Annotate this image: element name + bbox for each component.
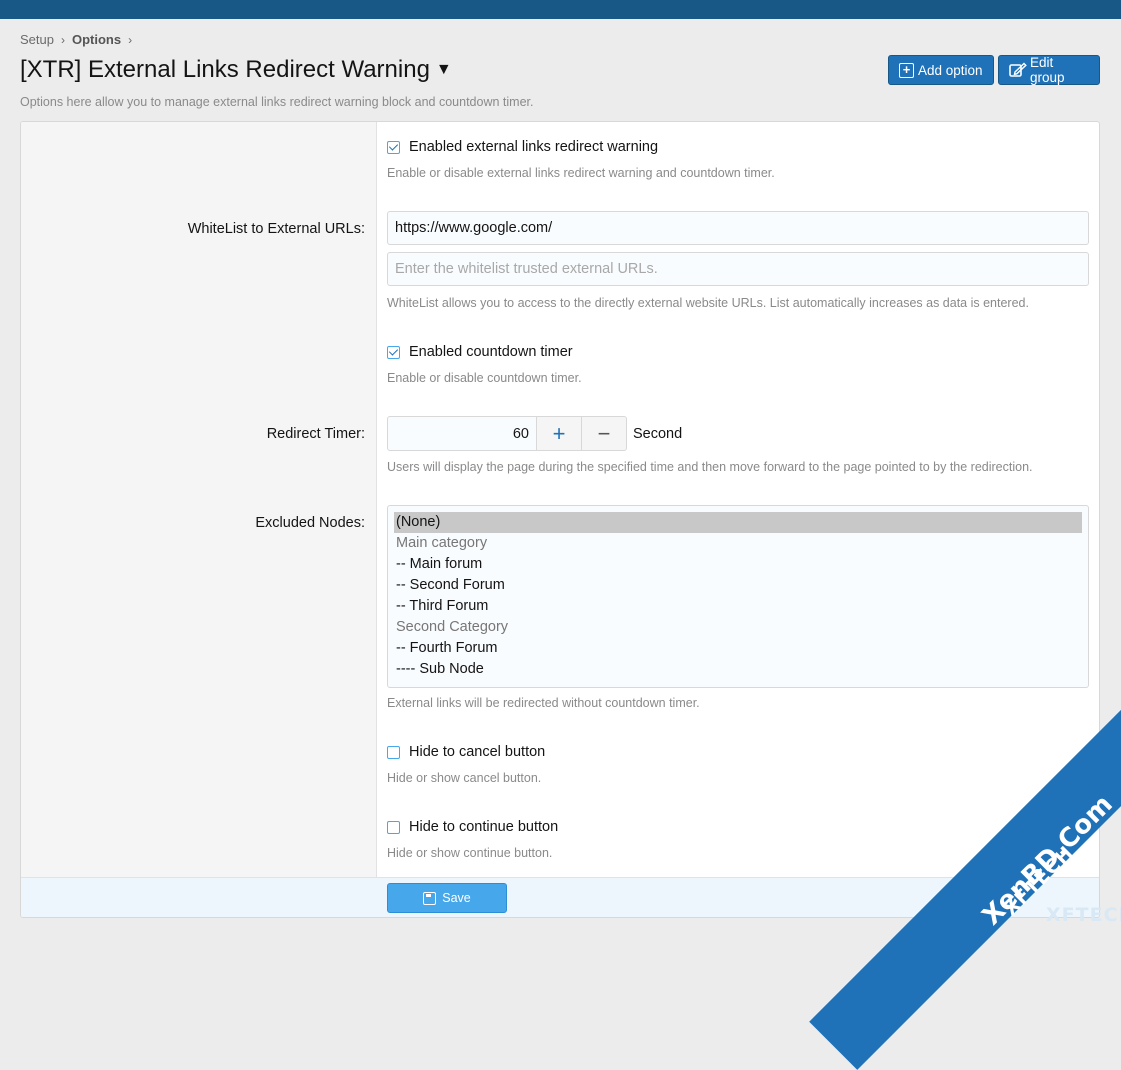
- list-option-group[interactable]: Main category: [394, 533, 1082, 554]
- hide-continue-label: Hide to continue button: [409, 819, 559, 835]
- hide-cancel-label: Hide to cancel button: [409, 744, 546, 760]
- enable-countdown-hint: Enable or disable countdown timer.: [387, 371, 582, 385]
- breadcrumb-options[interactable]: Options: [72, 32, 121, 47]
- increment-button[interactable]: +: [537, 416, 582, 451]
- hide-cancel-hint: Hide or show cancel button.: [387, 771, 542, 785]
- page-description: Options here allow you to manage externa…: [20, 95, 534, 109]
- watermark-logo-text-3: XFTECH: [1046, 904, 1121, 926]
- list-option-group[interactable]: Second Category: [394, 617, 1082, 638]
- list-option[interactable]: -- Main forum: [394, 554, 1082, 575]
- edit-group-button[interactable]: Edit group: [998, 55, 1100, 85]
- list-option[interactable]: ---- Sub Node: [394, 659, 1082, 680]
- minus-icon: −: [597, 420, 611, 446]
- breadcrumb: Setup › Options ›: [20, 32, 139, 47]
- redirect-timer-stepper: 60 + − Second: [387, 416, 682, 451]
- list-option[interactable]: -- Fourth Forum: [394, 638, 1082, 659]
- options-form: Enabled external links redirect warning …: [20, 121, 1100, 918]
- enable-warning-label: Enabled external links redirect warning: [409, 139, 659, 155]
- excluded-nodes-select[interactable]: (None) Main category -- Main forum -- Se…: [387, 505, 1089, 688]
- top-navigation-bar: [0, 0, 1121, 19]
- list-option[interactable]: (None): [394, 512, 1082, 533]
- enable-countdown-checkbox[interactable]: [387, 345, 400, 359]
- enable-warning-hint: Enable or disable external links redirec…: [387, 166, 775, 180]
- hide-cancel-checkbox[interactable]: [387, 745, 400, 759]
- whitelist-label: WhiteList to External URLs:: [187, 221, 365, 237]
- enable-warning-checkbox-row[interactable]: Enabled external links redirect warning: [387, 139, 658, 155]
- breadcrumb-separator-icon: ›: [128, 32, 133, 47]
- add-option-button[interactable]: + Add option: [888, 55, 994, 85]
- save-label: Save: [442, 891, 471, 905]
- redirect-timer-unit: Second: [633, 425, 683, 442]
- page-title[interactable]: [XTR] External Links Redirect Warning ▼: [20, 56, 452, 84]
- hide-continue-checkbox[interactable]: [387, 820, 400, 834]
- list-option[interactable]: -- Third Forum: [394, 596, 1082, 617]
- hide-continue-checkbox-row[interactable]: Hide to continue button: [387, 819, 558, 835]
- save-disk-icon: [423, 891, 437, 905]
- hide-cancel-checkbox-row[interactable]: Hide to cancel button: [387, 744, 545, 760]
- whitelist-url-new-input[interactable]: Enter the whitelist trusted external URL…: [387, 252, 1089, 286]
- whitelist-url-input[interactable]: https://www.google.com/: [387, 211, 1089, 245]
- redirect-timer-input[interactable]: 60: [387, 416, 537, 451]
- hide-continue-hint: Hide or show continue button.: [387, 846, 553, 860]
- edit-icon: [1009, 62, 1027, 78]
- redirect-timer-hint: Users will display the page during the s…: [387, 460, 1033, 474]
- enable-countdown-checkbox-row[interactable]: Enabled countdown timer: [387, 344, 573, 360]
- save-button[interactable]: Save: [387, 883, 507, 913]
- edit-group-label: Edit group: [1030, 55, 1065, 85]
- excluded-nodes-hint: External links will be redirected withou…: [387, 696, 700, 710]
- plus-square-icon: +: [899, 62, 914, 78]
- plus-icon: +: [552, 420, 566, 446]
- enable-countdown-label: Enabled countdown timer: [409, 344, 573, 360]
- breadcrumb-separator-icon: ›: [60, 32, 65, 47]
- redirect-timer-label: Redirect Timer:: [266, 426, 365, 442]
- caret-down-icon[interactable]: ▼: [436, 61, 452, 79]
- page-title-text: [XTR] External Links Redirect Warning: [20, 56, 430, 83]
- breadcrumb-setup[interactable]: Setup: [20, 32, 54, 47]
- enable-warning-checkbox[interactable]: [387, 140, 400, 154]
- list-option[interactable]: -- Second Forum: [394, 575, 1082, 596]
- whitelist-hint: WhiteList allows you to access to the di…: [387, 296, 1029, 310]
- decrement-button[interactable]: −: [582, 416, 627, 451]
- excluded-nodes-label: Excluded Nodes:: [255, 515, 365, 531]
- add-option-label: Add option: [918, 62, 983, 78]
